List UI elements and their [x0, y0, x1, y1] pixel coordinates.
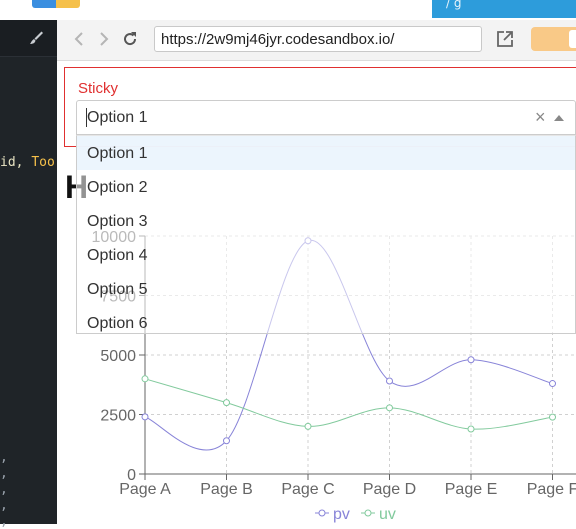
y-tick-label: 5000	[100, 348, 136, 365]
code-plain: id,	[0, 155, 31, 170]
x-tick-label: Page D	[363, 481, 416, 498]
legend-label: pv	[333, 506, 350, 523]
browser-toolbar: https://2w9mj46jyr.codesandbox.io/	[57, 20, 576, 61]
back-icon[interactable]	[69, 29, 89, 49]
url-text: https://2w9mj46jyr.codesandbox.io/	[161, 31, 394, 48]
x-tick-label: Page B	[200, 481, 252, 498]
dropdown-option-label: Option 4	[87, 247, 147, 265]
data-point-uv	[550, 414, 556, 420]
x-tick-label: Page E	[445, 481, 497, 498]
data-point-pv	[224, 438, 230, 444]
legend-label: uv	[379, 506, 396, 523]
series-line-uv	[145, 379, 553, 429]
dropdown-option[interactable]: Option 3	[77, 204, 575, 238]
data-point-uv	[468, 426, 474, 432]
x-tick-label: Page F	[527, 481, 576, 498]
select-input[interactable]: Option 1 ×	[76, 100, 576, 135]
dropdown-option-label: Option 3	[87, 213, 147, 231]
legend-marker	[319, 510, 325, 516]
open-external-icon[interactable]	[495, 29, 515, 49]
top-tab-yellow[interactable]	[56, 0, 80, 8]
select-value: Option 1	[87, 109, 147, 127]
code-punct: ,	[0, 514, 8, 529]
data-point-uv	[142, 376, 148, 382]
dropdown-option-label: Option 1	[87, 145, 147, 163]
x-tick-label: Page C	[281, 481, 334, 498]
dropdown-option[interactable]: Option 1	[77, 136, 575, 170]
url-input[interactable]: https://2w9mj46jyr.codesandbox.io/	[154, 26, 482, 52]
top-tab-right-text: / g	[446, 0, 461, 10]
dropdown-option[interactable]: Option 4	[77, 238, 575, 272]
page-content: Sticky Option 1 × H 025005000750010000Pa…	[57, 61, 576, 524]
dropdown-option-label: Option 2	[87, 179, 147, 197]
reload-icon[interactable]	[120, 29, 140, 49]
data-point-pv	[387, 378, 393, 384]
data-point-uv	[305, 423, 311, 429]
code-punct: ,	[0, 482, 8, 497]
data-point-pv	[550, 381, 556, 387]
toggle-pill[interactable]	[531, 27, 576, 51]
code-punct: ,	[0, 450, 8, 465]
brush-icon[interactable]	[28, 30, 44, 46]
y-tick-label: 2500	[100, 408, 136, 425]
legend-marker	[365, 510, 371, 516]
data-point-pv	[142, 414, 148, 420]
data-point-uv	[224, 400, 230, 406]
dropdown-option-label: Option 5	[87, 281, 147, 299]
dropdown-option[interactable]: Option 6	[77, 306, 575, 340]
sticky-label: Sticky	[78, 80, 118, 97]
editor-toolbar	[0, 20, 57, 57]
code-keyword: Too	[31, 155, 54, 170]
code-punct: ,	[0, 498, 8, 513]
dropdown-option-label: Option 6	[87, 315, 147, 333]
code-punct: ,	[0, 466, 8, 481]
x-tick-label: Page A	[119, 481, 171, 498]
data-point-uv	[387, 405, 393, 411]
data-point-pv	[468, 357, 474, 363]
chart-legend: pv uv	[315, 506, 396, 523]
top-tab-blue[interactable]	[32, 0, 56, 8]
dropdown-option[interactable]: Option 5	[77, 272, 575, 306]
toggle-knob	[569, 30, 576, 48]
code-fragment: id, Too	[0, 155, 55, 170]
top-strip: / g	[0, 0, 576, 20]
chevron-up-icon[interactable]	[554, 115, 564, 121]
top-tab-right[interactable]: / g	[432, 0, 576, 18]
forward-icon[interactable]	[94, 29, 114, 49]
clear-icon[interactable]: ×	[535, 107, 546, 128]
code-editor[interactable]: id, Too , , , , ,	[0, 20, 57, 524]
dropdown-option[interactable]: Option 2	[77, 170, 575, 204]
select-dropdown-menu: Option 1 Option 2 Option 3 Option 4 Option 5…	[76, 135, 576, 334]
